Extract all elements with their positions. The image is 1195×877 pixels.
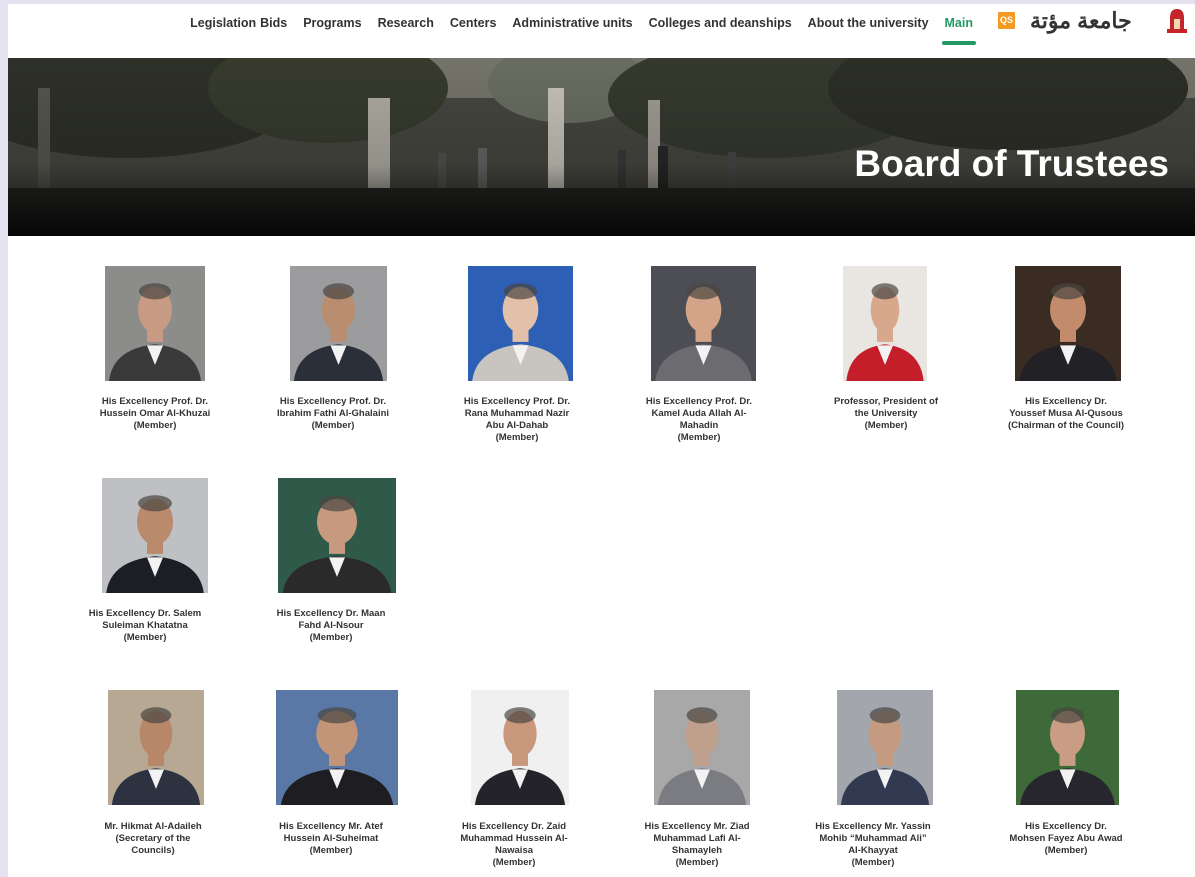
member-caption: His Excellency Dr. Salem Suleiman Khatatn… (80, 608, 210, 644)
member-photo[interactable] (468, 266, 573, 381)
page: Legislation Bids Programs Research Cente… (8, 4, 1195, 877)
member-photo[interactable] (276, 690, 398, 805)
member-name: His Excellency Mr. Atef Hussein Al-Suheim… (279, 821, 383, 844)
member-photo[interactable] (102, 478, 208, 593)
nav-research[interactable]: Research (378, 16, 434, 30)
member-photo[interactable] (278, 478, 396, 593)
nav-programs[interactable]: Programs (303, 16, 361, 30)
member-role: (Member) (495, 432, 539, 443)
member-name: Professor, President of the University (833, 396, 938, 419)
qs-ranking-badge[interactable]: QS (998, 12, 1015, 29)
member-role: (Member) (492, 857, 536, 868)
member-name: His Excellency Dr. Salem Suleiman Khatatn… (88, 608, 202, 631)
hero-banner: Board of Trustees (8, 58, 1195, 236)
member-name: His Excellency Mr. Yassin Mohib “Muhammad… (815, 821, 931, 856)
member-name: His Excellency Prof. Dr. Kamel Auda Allah… (645, 396, 753, 431)
member-caption: His Excellency Dr. Maan Fahd Al-Nsour (Mem… (266, 608, 396, 644)
member-photo[interactable] (290, 266, 387, 381)
member-caption: His Excellency Mr. Atef Hussein Al-Suheim… (266, 821, 396, 857)
member-name: His Excellency Dr. Maan Fahd Al-Nsour (276, 608, 386, 631)
nav-legislation[interactable]: Legislation (190, 16, 256, 30)
member-caption: His Excellency Prof. Dr. Ibrahim Fathi Al… (268, 396, 398, 432)
member-name: His Excellency Dr. Youssef Musa Al-Qusous (1009, 396, 1123, 419)
member-caption: His Excellency Mr. Ziad Muhammad Lafi Al-… (632, 821, 762, 869)
member-caption: His Excellency Dr. Zaid Muhammad Hussein … (449, 821, 579, 869)
member-photo[interactable] (837, 690, 933, 805)
member-photo[interactable] (651, 266, 756, 381)
page-title: Board of Trustees (854, 143, 1169, 184)
member-role: (Member) (864, 420, 908, 431)
university-logo-icon[interactable] (1166, 7, 1188, 33)
member-role: (Member) (309, 845, 353, 856)
member-caption: His Excellency Prof. Dr. Kamel Auda Allah… (634, 396, 764, 444)
member-role: (Member) (677, 432, 721, 443)
nav-about-the-university[interactable]: About the university (808, 16, 929, 30)
nav-main[interactable]: Main (941, 16, 977, 45)
member-photo[interactable] (843, 266, 927, 381)
member-caption: His Excellency Mr. Yassin Mohib “Muhammad… (808, 821, 938, 869)
member-role: (Member) (1044, 845, 1088, 856)
nav-administrative-units[interactable]: Administrative units (512, 16, 632, 30)
member-name: His Excellency Dr. Zaid Muhammad Hussein … (460, 821, 568, 856)
member-photo[interactable] (1016, 690, 1119, 805)
member-caption: His Excellency Prof. Dr. Hussein Omar Al-… (90, 396, 220, 432)
top-navigation-bar: Legislation Bids Programs Research Cente… (8, 4, 1195, 58)
member-caption: Professor, President of the University (Me… (821, 396, 951, 432)
member-caption: His Excellency Dr. Youssef Musa Al-Qusous… (1001, 396, 1131, 432)
member-role: (Member) (133, 420, 177, 431)
member-photo[interactable] (654, 690, 750, 805)
university-logo-text[interactable]: جامعة مؤتة (1030, 8, 1132, 34)
member-name: His Excellency Prof. Dr. Ibrahim Fathi Al… (276, 396, 390, 419)
member-photo[interactable] (471, 690, 569, 805)
member-role: (Member) (851, 857, 895, 868)
member-photo[interactable] (1015, 266, 1121, 381)
nav-colleges-and-deanships[interactable]: Colleges and deanships (649, 16, 792, 30)
member-name: Mr. Hikmat Al-Adaileh (104, 821, 202, 832)
member-caption: His Excellency Prof. Dr. Rana Muhammad Na… (452, 396, 582, 444)
member-role: (Chairman of the Council) (1007, 420, 1125, 431)
member-name: His Excellency Prof. Dr. Rana Muhammad Na… (463, 396, 571, 431)
member-name: His Excellency Mr. Ziad Muhammad Lafi Al-… (644, 821, 750, 856)
member-caption: His Excellency Dr. Mohsen Fayez Abu Awad(… (1001, 821, 1131, 857)
nav-centers[interactable]: Centers (450, 16, 497, 30)
member-role: (Member) (675, 857, 719, 868)
nav-bids[interactable]: Bids (260, 16, 287, 30)
member-caption: Mr. Hikmat Al-Adaileh (Secretary of the Co… (88, 821, 218, 857)
member-photo[interactable] (105, 266, 205, 381)
member-role: (Member) (123, 632, 167, 643)
member-photo[interactable] (108, 690, 204, 805)
member-role: (Member) (309, 632, 353, 643)
member-name: His Excellency Prof. Dr. Hussein Omar Al-… (99, 396, 211, 419)
member-name: His Excellency Dr. Mohsen Fayez Abu Awad (1009, 821, 1123, 844)
main-nav: Legislation Bids Programs Research Cente… (174, 16, 977, 45)
member-role: (Secretary of the Councils) (115, 833, 191, 856)
member-role: (Member) (311, 420, 355, 431)
